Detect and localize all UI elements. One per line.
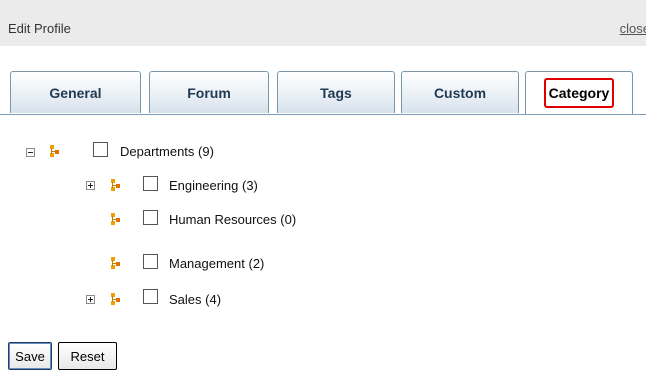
tab-divider [0, 114, 646, 115]
collapse-toggle-icon[interactable] [26, 148, 35, 157]
tree-node-icon [111, 213, 123, 225]
tree-node-label: Management (2) [169, 256, 265, 271]
tree-node-icon [111, 257, 123, 269]
dialog-title: Edit Profile [8, 21, 71, 36]
tab-forum[interactable]: Forum [149, 71, 269, 113]
management-checkbox[interactable] [143, 254, 158, 269]
tab-forum-label: Forum [187, 85, 231, 101]
tab-general[interactable]: General [10, 71, 141, 113]
departments-checkbox[interactable] [93, 142, 108, 157]
engineering-checkbox[interactable] [143, 176, 158, 191]
tab-general-label: General [49, 85, 102, 101]
tree-node-icon [111, 179, 123, 191]
tab-custom-label: Custom [433, 85, 487, 101]
tab-tags-label: Tags [320, 85, 352, 101]
save-button[interactable]: Save [8, 342, 52, 370]
tree-node-label: Human Resources (0) [169, 212, 297, 227]
tree-node-label: Sales (4) [169, 292, 222, 307]
tab-custom[interactable]: Custom [401, 71, 519, 113]
dialog-header: Edit Profile close [0, 0, 646, 46]
tree-node-icon [111, 293, 123, 305]
close-link[interactable]: close [620, 21, 646, 36]
reset-button[interactable]: Reset [58, 342, 117, 370]
expand-toggle-icon[interactable] [86, 295, 95, 304]
tab-tags[interactable]: Tags [277, 71, 395, 113]
tab-bar: General Forum Tags Custom Category [0, 71, 646, 115]
human-resources-checkbox[interactable] [143, 210, 158, 225]
tree-node-icon [50, 145, 62, 157]
tree-node-label: Departments (9) [120, 144, 214, 159]
expand-toggle-icon[interactable] [86, 181, 95, 190]
tree-node-label: Engineering (3) [169, 178, 258, 193]
tab-category-label: Category [543, 78, 615, 108]
tab-category[interactable]: Category [525, 71, 633, 115]
sales-checkbox[interactable] [143, 289, 158, 304]
